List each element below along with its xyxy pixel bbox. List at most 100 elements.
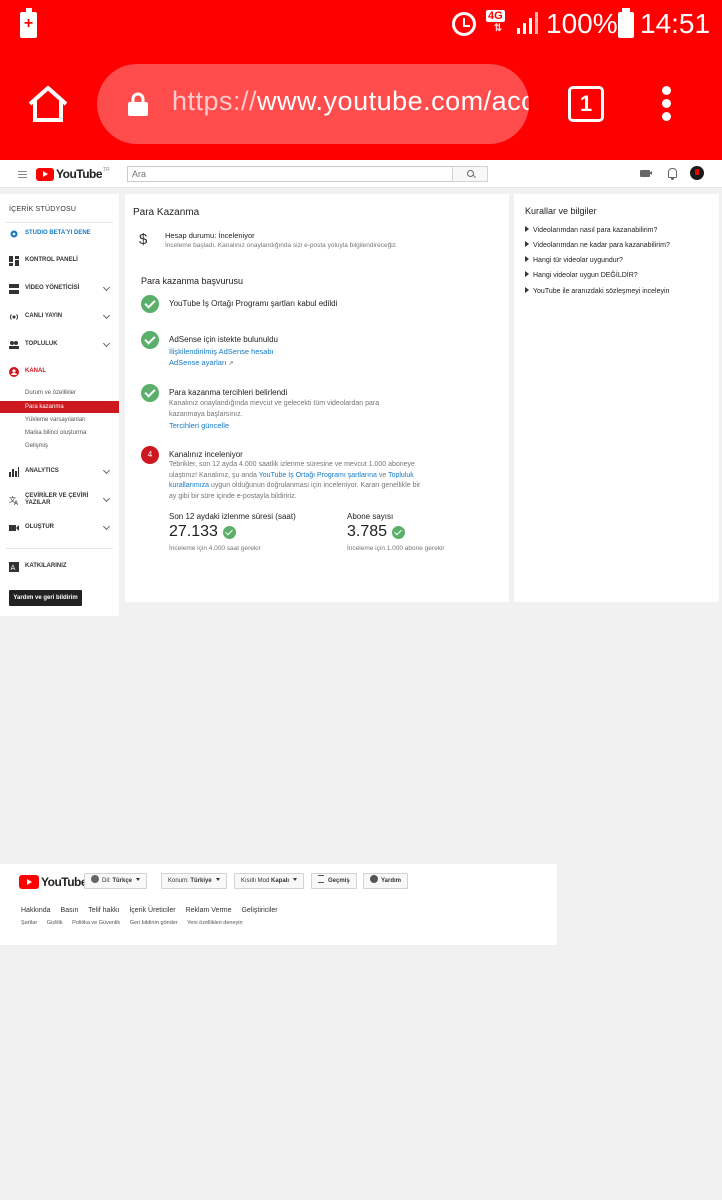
history-button[interactable]: Geçmiş — [311, 873, 357, 889]
step-title: Para kazanma tercihleri belirlendi — [169, 388, 288, 397]
sidebar-item-label: VİDEO YÖNETİCİSİ — [25, 285, 80, 291]
divider — [6, 548, 113, 549]
footer-link[interactable]: Basın — [61, 907, 79, 914]
sidebar-item-label: ANALYTICS — [25, 468, 59, 474]
tab-switcher-button[interactable]: 1 — [568, 86, 604, 122]
history-label: Geçmiş — [328, 878, 350, 884]
dashboard-icon — [9, 256, 19, 266]
url-host: www.youtube.com/acc — [257, 86, 529, 116]
analytics-icon — [9, 467, 19, 477]
footer-link[interactable]: Telif hakkı — [88, 907, 119, 914]
browser-menu-icon[interactable] — [658, 86, 674, 124]
adsense-settings-link[interactable]: AdSense ayarları ↗ — [169, 357, 429, 370]
rules-link[interactable]: Hangi videolar uygun DEĞİLDİR? — [525, 271, 638, 279]
notifications-bell-icon[interactable] — [668, 168, 677, 180]
divider — [6, 222, 113, 223]
sidebar-sub-branding[interactable]: Marka bilinci oluşturma — [0, 427, 119, 439]
status-bar: 4G ⇅ 100% 14:51 — [0, 0, 722, 50]
youtube-logo[interactable]: YouTube TR — [36, 167, 110, 181]
rules-link[interactable]: Videolarımdan ne kadar para kazanabiliri… — [525, 241, 670, 249]
account-circle-icon — [9, 367, 19, 377]
account-status: Hesap durumu: İnceleniyor — [165, 231, 255, 240]
youtube-play-icon — [19, 875, 39, 889]
sidebar-sub-monetization[interactable]: Para kazanma — [0, 401, 119, 413]
caret-down-icon — [215, 878, 220, 881]
network-type: 4G — [486, 10, 505, 22]
footer-link[interactable]: Gizlilik — [47, 920, 63, 926]
sidebar-item-dashboard[interactable]: KONTROL PANELİ — [0, 251, 119, 271]
help-feedback-button[interactable]: Yardım ve geri bildirim — [9, 590, 82, 606]
battery-saver-icon — [20, 8, 37, 38]
sidebar-item-video-manager[interactable]: VİDEO YÖNETİCİSİ — [0, 279, 119, 299]
watch-time-metric: Son 12 aydaki izlenme süresi (saat) 27.1… — [169, 512, 319, 553]
address-bar[interactable]: https://www.youtube.com/acc — [97, 64, 529, 144]
guide-menu-icon[interactable] — [18, 171, 27, 180]
partner-terms-link[interactable]: YouTube İş Ortağı Programı şartlarına — [259, 472, 377, 479]
rules-link[interactable]: Videolarımdan nasıl para kazanabilirim? — [525, 226, 657, 234]
sidebar-item-contributions[interactable]: A KATKILARINIZ — [0, 557, 119, 577]
step-number-badge: 4 — [141, 446, 159, 464]
location-picker[interactable]: Konum: Türkiye — [161, 873, 227, 889]
sidebar-item-channel[interactable]: KANAL — [0, 362, 119, 382]
footer-link[interactable]: Geliştiriciler — [241, 907, 277, 914]
metric-note: İnceleme için 4.000 saat gerekir — [169, 545, 261, 552]
location-label: Konum: — [168, 878, 189, 884]
sidebar-item-label: KANAL — [25, 368, 46, 374]
footer-link[interactable]: İçerik Üreticiler — [129, 907, 175, 914]
create-video-icon[interactable] — [640, 170, 652, 177]
rules-link[interactable]: Hangi tür videolar uygundur? — [525, 256, 623, 264]
section-title: Para kazanma başvurusu — [141, 276, 244, 286]
footer-link[interactable]: Şartlar — [21, 920, 37, 926]
help-button[interactable]: Yardım — [363, 873, 409, 889]
step-partner-terms: YouTube İş Ortağı Programı şartları kabu… — [141, 295, 493, 317]
footer-primary-links: Hakkında Basın Telif hakkı İçerik Üretic… — [21, 907, 286, 914]
video-manager-icon — [9, 284, 19, 294]
step-title: Kanalınız inceleniyor — [169, 450, 243, 459]
sidebar-item-live[interactable]: CANLI YAYIN — [0, 307, 119, 327]
linked-adsense-link[interactable]: İlişkilendirilmiş AdSense hesabı — [169, 346, 429, 357]
check-circle-icon — [141, 331, 159, 349]
preferences-desc: Kanalınız onaylandığında mevcut ve gelec… — [169, 400, 380, 418]
sidebar-sub-advanced[interactable]: Gelişmiş — [0, 440, 119, 452]
rules-link[interactable]: YouTube ile aranızdaki sözleşmeyi incele… — [525, 287, 669, 295]
home-icon[interactable] — [26, 84, 70, 124]
signal-icon — [517, 12, 538, 34]
avatar[interactable] — [690, 166, 704, 180]
sidebar-item-create[interactable]: OLUŞTUR — [0, 518, 119, 538]
gear-icon — [10, 230, 18, 238]
contributions-icon: A — [9, 562, 19, 572]
sidebar-item-translations[interactable]: 文A ÇEVİRİLER VE ÇEVİRİ YAZILAR — [0, 490, 119, 516]
chevron-down-icon — [102, 283, 111, 292]
search-input[interactable] — [127, 166, 453, 182]
sidebar-item-community[interactable]: TOPLULUK — [0, 335, 119, 355]
footer-link[interactable]: Politika ve Güvenlik — [72, 920, 120, 926]
footer-link[interactable]: Yeni özellikleri deneyin — [187, 920, 242, 926]
sidebar-item-label: ÇEVİRİLER VE ÇEVİRİ YAZILAR — [25, 493, 89, 506]
page-title: Para Kazanma — [133, 207, 200, 218]
youtube-play-icon — [36, 167, 54, 181]
footer-link[interactable]: Hakkında — [21, 907, 51, 914]
sidebar-item-label: TOPLULUK — [25, 341, 58, 347]
restricted-mode-picker[interactable]: Kısıtlı Mod Kapalı — [234, 873, 305, 889]
sidebar-item-analytics[interactable]: ANALYTICS — [0, 462, 119, 482]
footer-link[interactable]: Geri bildirim gönder — [130, 920, 178, 926]
footer-link[interactable]: Reklam Verme — [186, 907, 232, 914]
check-circle-icon — [141, 295, 159, 313]
battery-percent: 100% — [546, 8, 618, 39]
restricted-label: Kısıtlı Mod — [241, 878, 270, 884]
sidebar-item-label: STUDIO BETA'YI DENE — [25, 230, 91, 236]
sidebar-sub-status[interactable]: Durum ve özellikler — [0, 387, 119, 399]
video-camera-icon — [9, 525, 19, 531]
svg-text:A: A — [14, 500, 19, 505]
live-broadcast-icon — [9, 314, 19, 320]
update-preferences-link[interactable]: Tercihleri güncelle — [169, 420, 409, 431]
help-label: Yardım — [381, 878, 402, 884]
search-button[interactable] — [452, 166, 488, 182]
footer-youtube-logo[interactable]: YouTube — [19, 875, 88, 889]
sidebar-item-studio-beta[interactable]: STUDIO BETA'YI DENE — [0, 224, 119, 244]
metric-label: Abone sayısı — [347, 512, 394, 521]
footer-secondary-links: Şartlar Gizlilik Politika ve Güvenlik Ge… — [21, 920, 251, 926]
language-picker[interactable]: Dil: Türkçe — [84, 873, 148, 889]
sidebar-sub-upload-defaults[interactable]: Yükleme varsayılanları — [0, 414, 119, 426]
metric-label: Son 12 aydaki izlenme süresi (saat) — [169, 512, 296, 521]
